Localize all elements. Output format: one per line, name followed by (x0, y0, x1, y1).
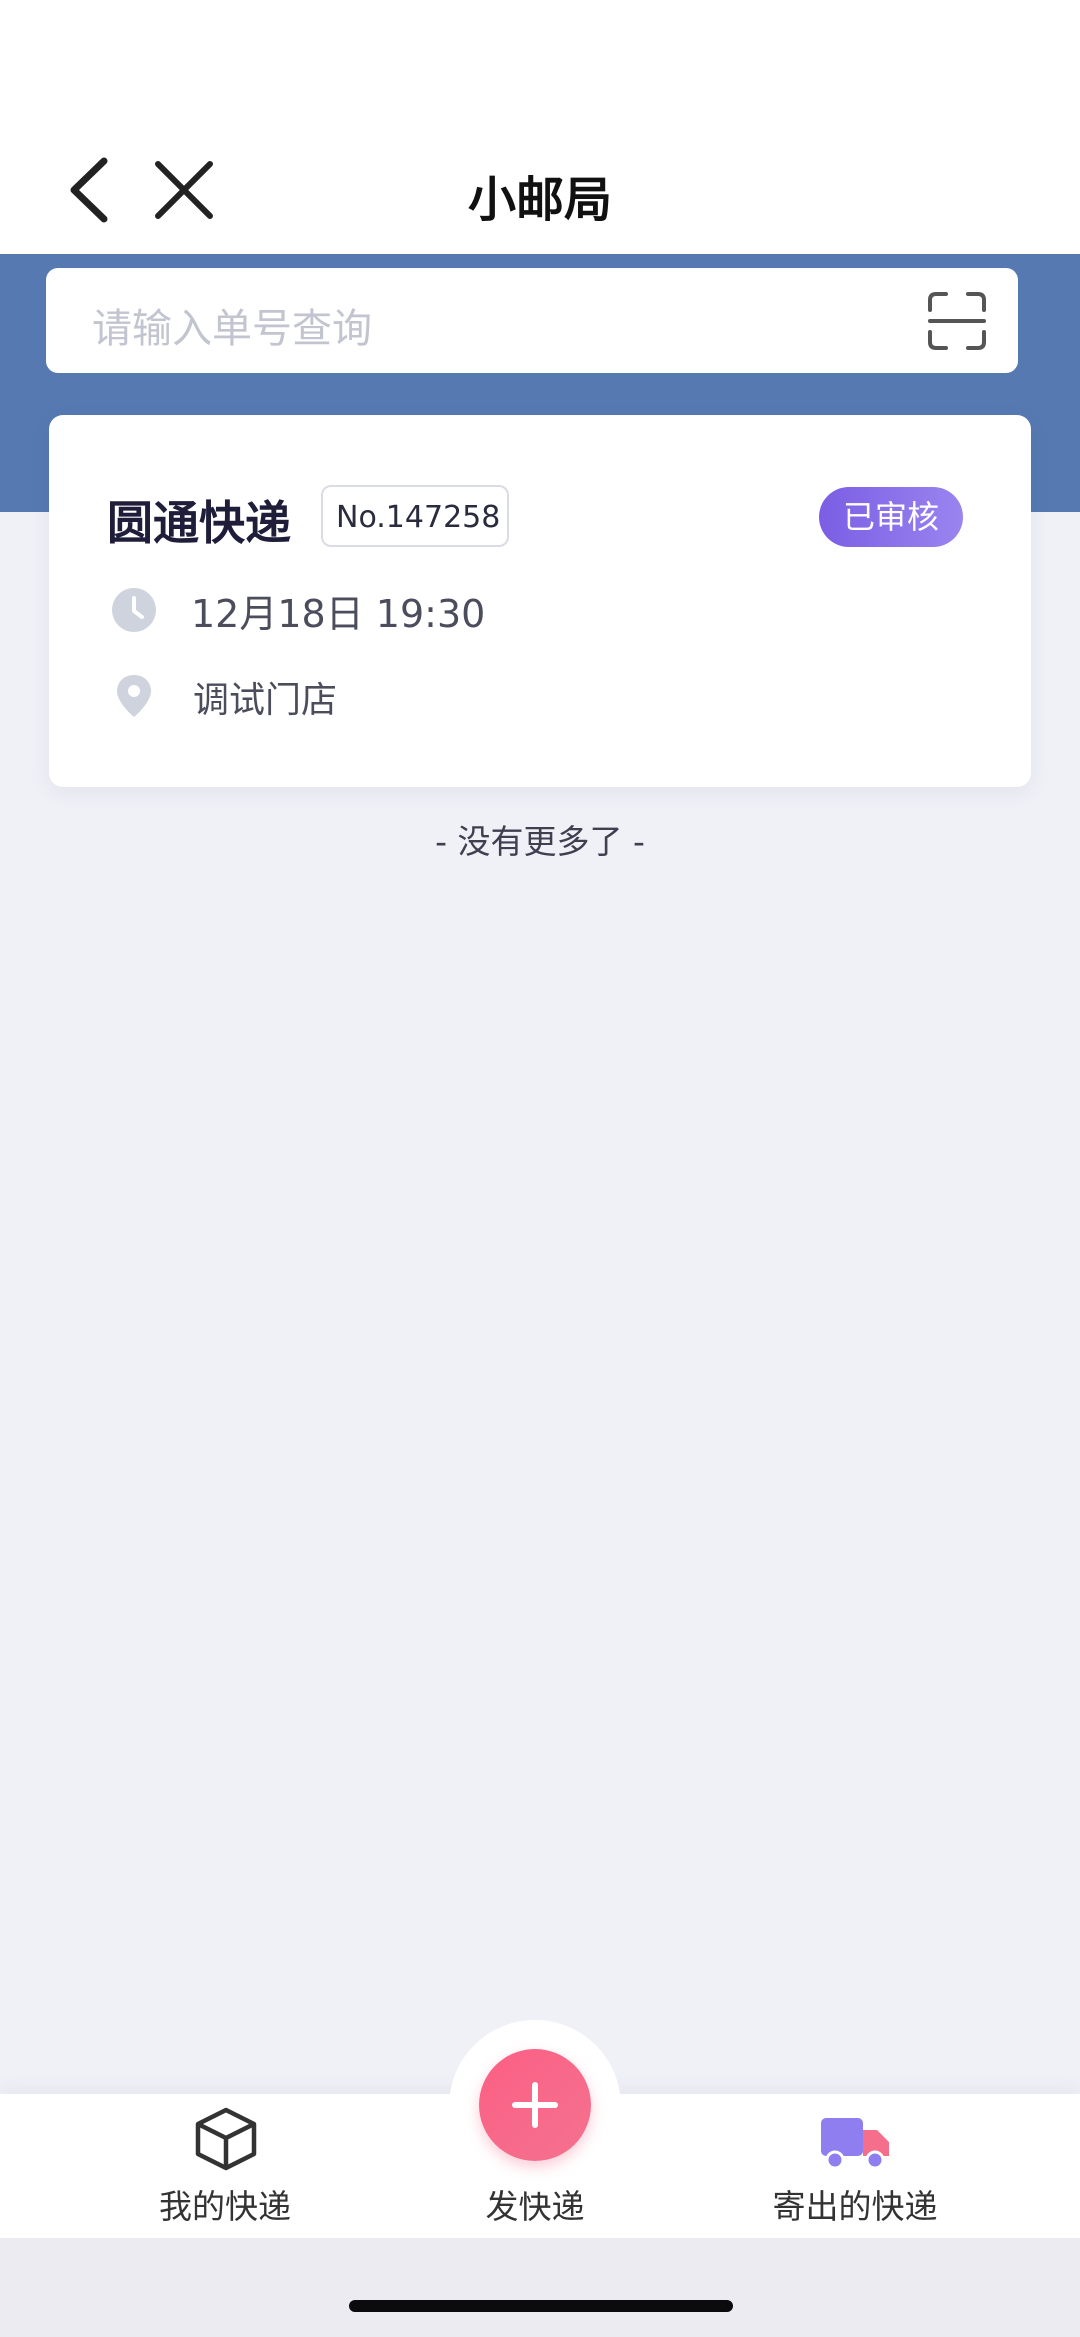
tab-label: 寄出的快递 (772, 2187, 938, 2226)
list-end-text: - 没有更多了 - (435, 822, 645, 861)
package-box-icon (195, 2107, 257, 2171)
send-parcel-fab[interactable] (479, 2049, 591, 2161)
parcel-card[interactable]: 圆通快递 No.147258 已审核 12月18日 19:30 调试门店 (49, 415, 1031, 787)
parcel-store: 调试门店 (193, 680, 338, 721)
scan-icon[interactable] (926, 290, 988, 352)
plus-icon (512, 2082, 558, 2128)
tab-my-parcels[interactable]: 我的快递 (130, 2094, 320, 2238)
search-input[interactable]: 请输入单号查询 (46, 268, 1018, 373)
top-nav-bar: 小邮局 (0, 0, 1080, 254)
status-badge: 已审核 (819, 487, 963, 547)
order-number-badge: No.147258 (321, 485, 509, 547)
tab-label: 我的快递 (159, 2187, 291, 2226)
tab-sent-parcels[interactable]: 寄出的快递 (740, 2094, 970, 2238)
search-placeholder: 请输入单号查询 (92, 306, 372, 352)
location-pin-icon (117, 675, 151, 717)
home-indicator[interactable] (349, 2300, 733, 2312)
clock-icon (112, 588, 156, 632)
parcel-time: 12月18日 19:30 (191, 592, 486, 636)
home-indicator-area (0, 2238, 1080, 2337)
page-title: 小邮局 (467, 172, 612, 228)
courier-company: 圆通快递 (107, 496, 291, 550)
delivery-truck-icon (821, 2118, 889, 2170)
